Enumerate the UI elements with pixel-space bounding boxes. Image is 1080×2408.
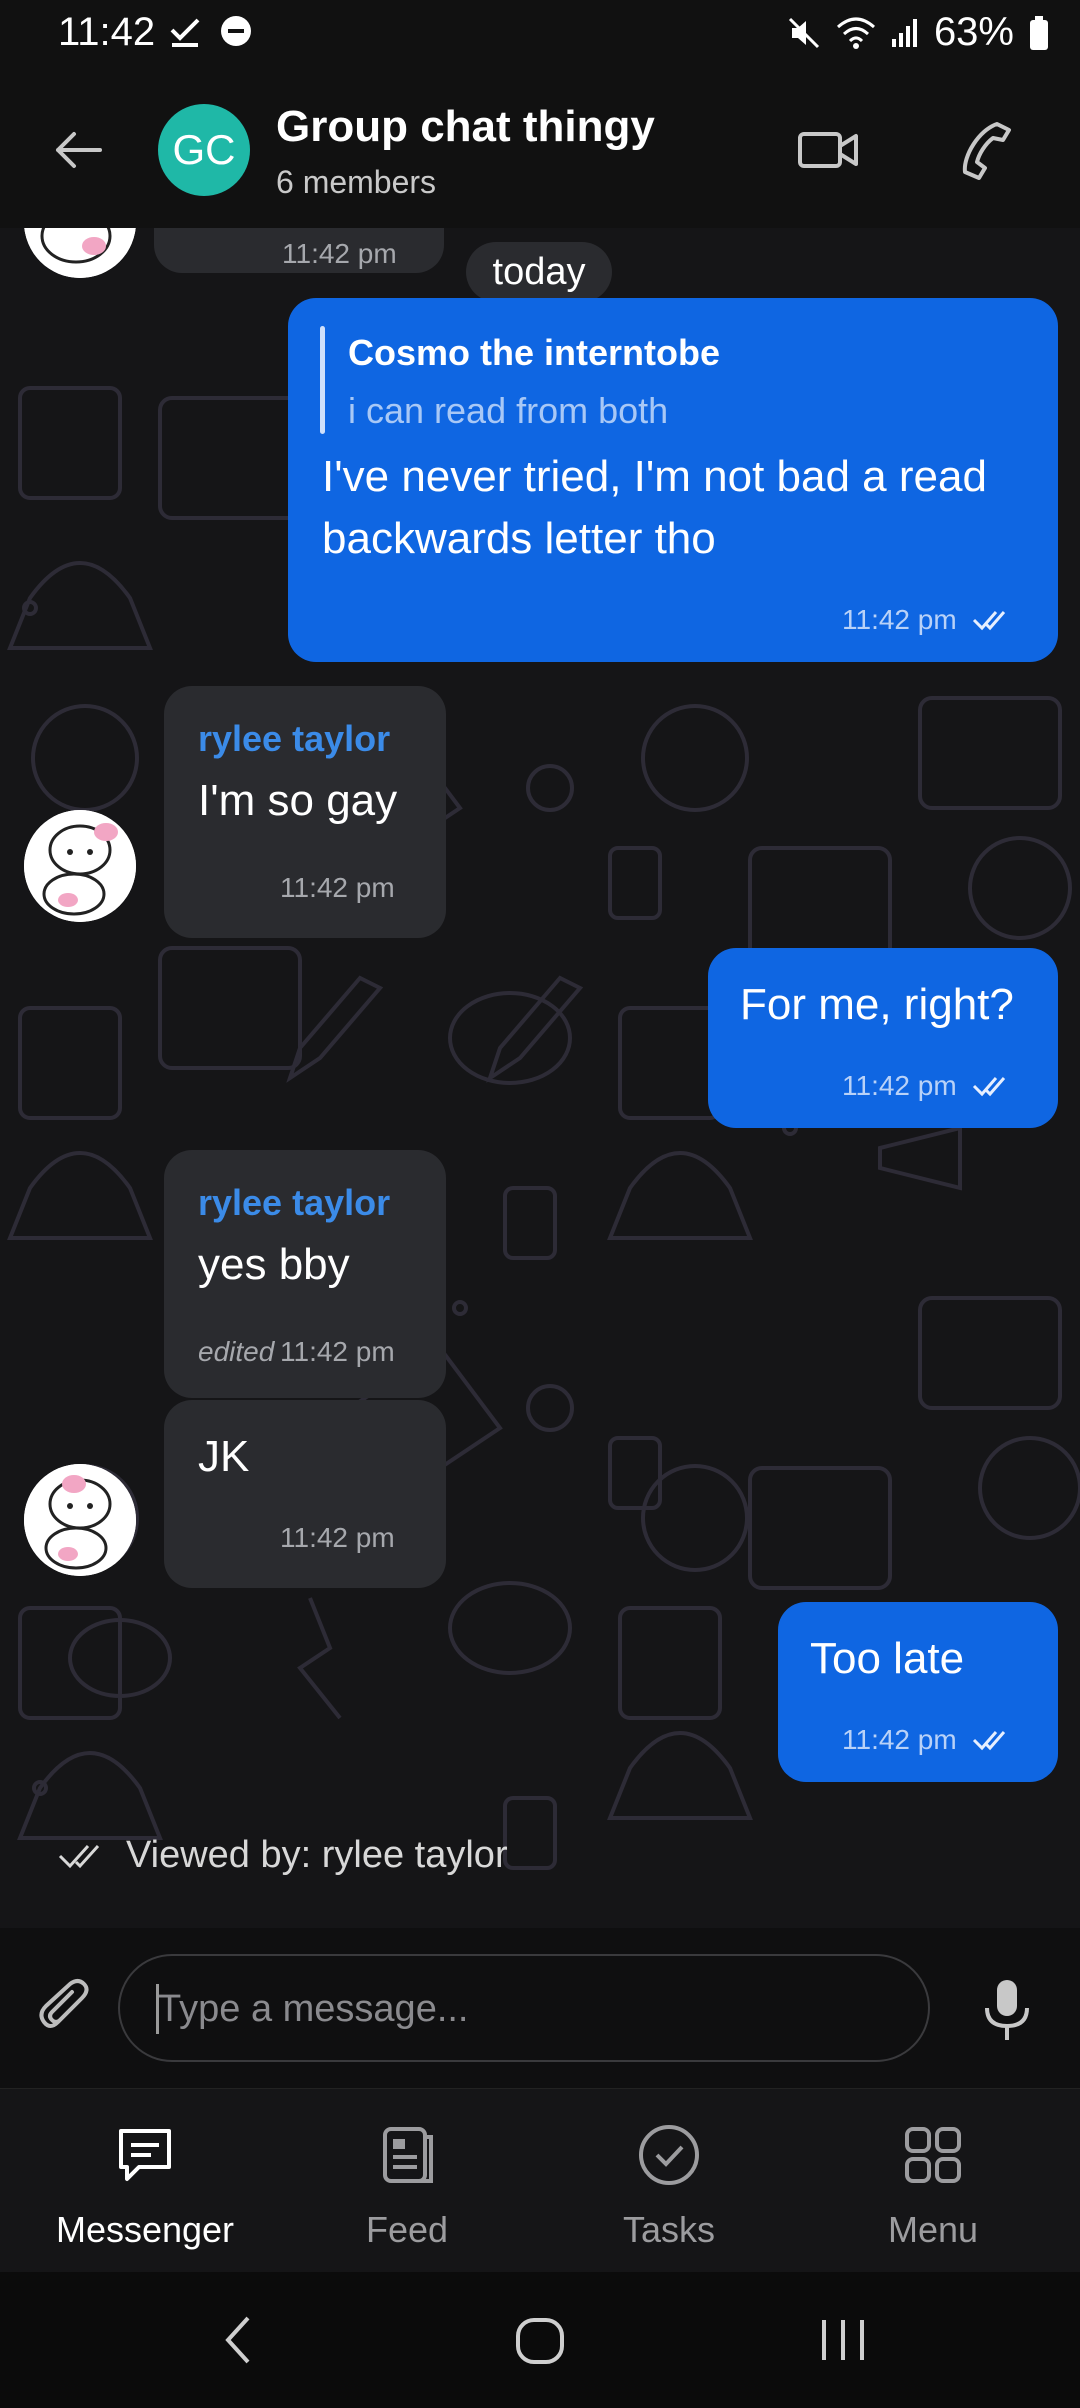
date-separator: today bbox=[466, 242, 612, 302]
message-bubble-incoming[interactable]: rylee taylor I'm so gay 11:42 pm bbox=[164, 686, 446, 938]
system-navigation-bar bbox=[0, 2272, 1080, 2408]
grid-menu-icon bbox=[905, 2127, 961, 2183]
nav-label: Feed bbox=[365, 2209, 449, 2250]
chat-bubble-icon bbox=[119, 2129, 171, 2181]
system-back-icon[interactable] bbox=[218, 2312, 258, 2368]
message-input-container[interactable] bbox=[118, 1954, 930, 2062]
sender-name[interactable]: rylee taylor bbox=[198, 718, 390, 760]
user-avatar[interactable] bbox=[24, 1464, 136, 1576]
viewed-by-text: Viewed by: rylee taylor bbox=[126, 1834, 508, 1876]
message-bubble-incoming[interactable]: rylee taylor yes bby edited 11:42 pm bbox=[164, 1150, 446, 1398]
member-count: 6 members bbox=[276, 164, 437, 200]
status-time: 11:42 bbox=[58, 10, 156, 54]
sender-name[interactable]: rylee taylor bbox=[198, 1182, 390, 1224]
chat-title[interactable]: Group chat thingy bbox=[276, 102, 655, 152]
check-circle-icon bbox=[639, 2125, 699, 2185]
message-time: 11:42 pm bbox=[842, 604, 957, 635]
nav-messenger[interactable]: Messenger bbox=[10, 2089, 280, 2273]
viewed-by-indicator: Viewed by: rylee taylor bbox=[58, 1834, 508, 1877]
message-text-line: backwards letter tho bbox=[322, 514, 716, 563]
message-time: 11:42 pm bbox=[842, 1724, 957, 1755]
message-input[interactable] bbox=[156, 1956, 900, 2062]
reply-quote-bar bbox=[320, 326, 325, 434]
signal-icon bbox=[891, 18, 917, 47]
paperclip-icon[interactable] bbox=[36, 1978, 100, 2042]
double-check-icon bbox=[58, 1844, 100, 1868]
system-recent-apps-icon[interactable] bbox=[818, 2316, 868, 2364]
message-bubble-outgoing[interactable]: Cosmo the interntobe i can read from bot… bbox=[288, 298, 1058, 662]
hello-kitty-avatar-image bbox=[24, 810, 136, 922]
read-receipt-icon bbox=[972, 1731, 1006, 1751]
status-bar: 11:42 63% bbox=[0, 0, 1080, 70]
nav-label: Menu bbox=[887, 2209, 979, 2250]
read-receipt-icon bbox=[972, 611, 1006, 631]
microphone-icon[interactable] bbox=[975, 1976, 1039, 2044]
user-avatar[interactable] bbox=[24, 810, 136, 922]
nav-menu[interactable]: Menu bbox=[798, 2089, 1068, 2273]
reply-sender: Cosmo the interntobe bbox=[348, 332, 721, 373]
message-time: 11:42 pm bbox=[282, 238, 397, 269]
message-bubble-partial[interactable]: 11:42 pm bbox=[154, 228, 444, 273]
battery-icon bbox=[1030, 15, 1048, 50]
message-text: For me, right? bbox=[740, 980, 1014, 1029]
back-arrow-icon[interactable] bbox=[48, 120, 108, 180]
nav-label: Tasks bbox=[622, 2209, 716, 2250]
edited-label: edited bbox=[198, 1336, 275, 1367]
message-time: 11:42 pm bbox=[280, 1522, 395, 1553]
do-not-disturb-icon bbox=[221, 16, 251, 46]
message-composer bbox=[0, 1928, 1080, 2086]
message-time: 11:42 pm bbox=[842, 1070, 957, 1101]
check-icon bbox=[170, 18, 200, 47]
video-call-icon[interactable] bbox=[796, 120, 862, 180]
text-cursor bbox=[156, 1984, 159, 2034]
wifi-icon bbox=[836, 17, 875, 49]
reply-text: i can read from both bbox=[348, 390, 669, 431]
message-bubble-outgoing[interactable]: For me, right? 11:42 pm bbox=[708, 948, 1058, 1128]
mute-icon bbox=[788, 17, 819, 48]
message-list[interactable]: 11:42 pm today Cosmo the interntobe i ca… bbox=[0, 228, 1080, 1928]
nav-label: Messenger bbox=[55, 2209, 235, 2250]
message-time: 11:42 pm bbox=[280, 1336, 395, 1367]
system-home-icon[interactable] bbox=[514, 2312, 566, 2368]
group-avatar[interactable]: GC bbox=[158, 104, 250, 196]
battery-percent: 63% bbox=[933, 10, 1014, 54]
message-text-line: I've never tried, I'm not bad a read bbox=[322, 452, 987, 501]
message-text: I'm so gay bbox=[198, 776, 398, 825]
bottom-navigation: Messenger Feed Tasks Menu bbox=[0, 2088, 1080, 2273]
message-time: 11:42 pm bbox=[280, 872, 395, 903]
phone-call-icon[interactable] bbox=[955, 116, 1021, 182]
message-bubble-outgoing[interactable]: Too late 11:42 pm bbox=[778, 1602, 1058, 1782]
message-text: yes bby bbox=[198, 1240, 350, 1289]
hello-kitty-avatar-image bbox=[24, 1464, 136, 1576]
message-bubble-incoming[interactable]: JK 11:42 pm bbox=[164, 1400, 446, 1588]
nav-feed[interactable]: Feed bbox=[272, 2089, 542, 2273]
nav-tasks[interactable]: Tasks bbox=[534, 2089, 804, 2273]
message-text: Too late bbox=[810, 1634, 965, 1683]
chat-header: GC Group chat thingy 6 members bbox=[0, 70, 1080, 228]
read-receipt-icon bbox=[972, 1077, 1006, 1097]
message-text: JK bbox=[198, 1432, 250, 1481]
feed-icon bbox=[383, 2127, 433, 2183]
